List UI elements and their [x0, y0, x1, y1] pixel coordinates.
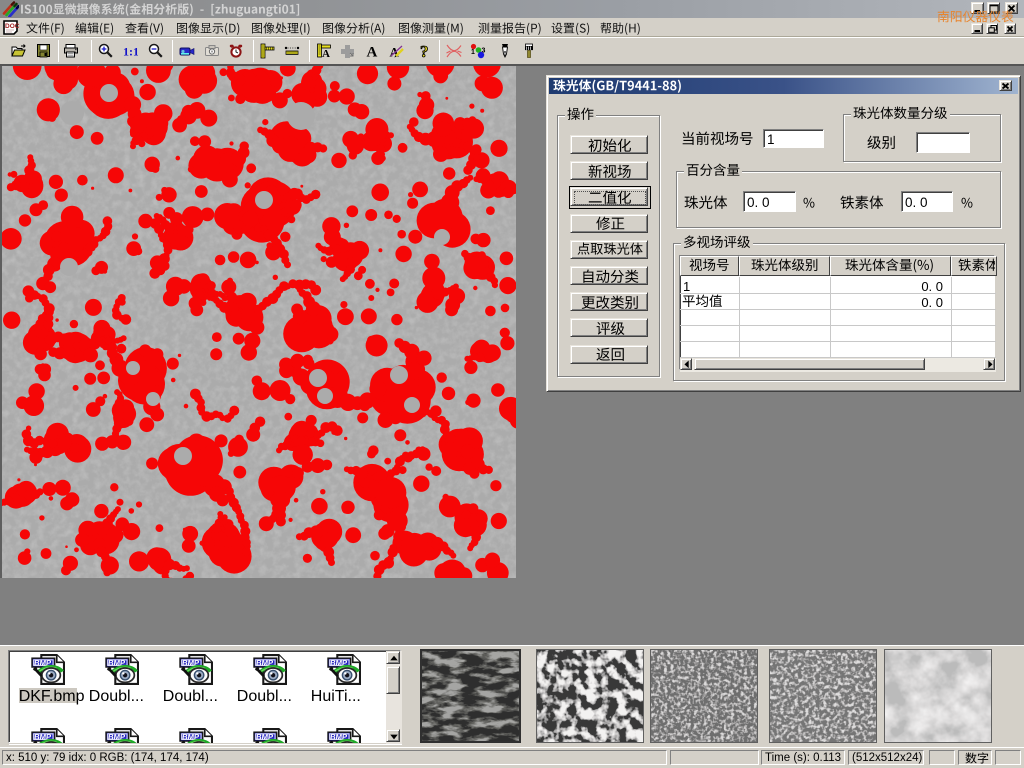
svg-text:A: A — [367, 45, 378, 60]
svg-text:?: ? — [420, 43, 429, 59]
svg-text:A: A — [390, 45, 400, 60]
svg-text:1:1: 1:1 — [123, 45, 138, 59]
svg-text:1: 1 — [471, 49, 475, 56]
svg-text:DOC: DOC — [5, 23, 20, 30]
svg-text:A: A — [322, 48, 330, 59]
